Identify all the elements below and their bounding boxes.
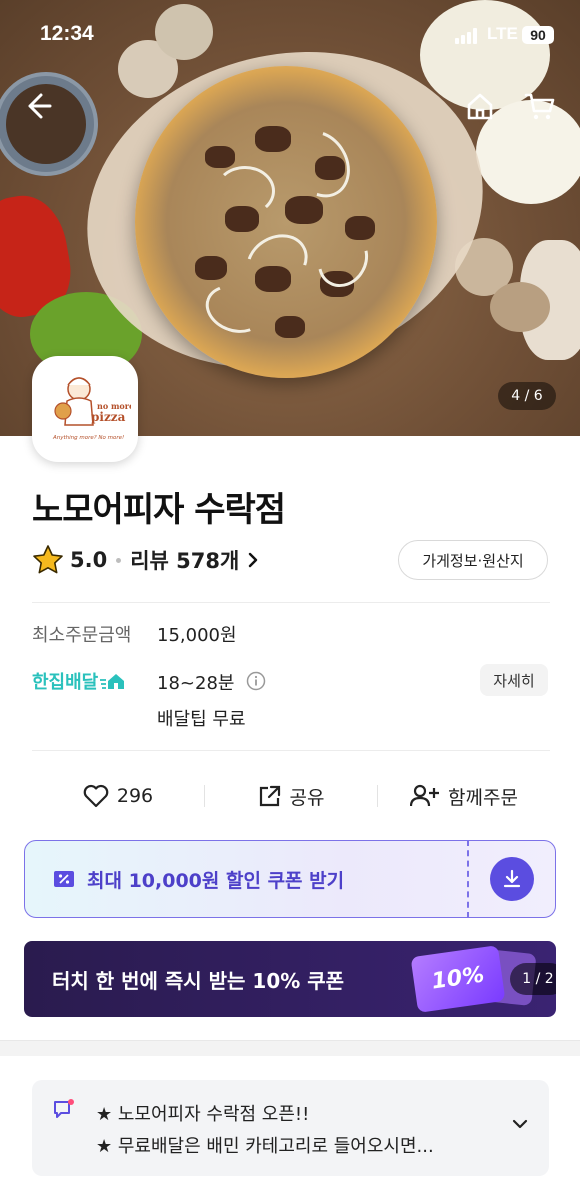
status-time: 12:34	[40, 22, 94, 45]
add-user-icon	[410, 784, 440, 807]
delivery-detail-button[interactable]: 자세히	[480, 664, 548, 696]
review-count-link[interactable]: 리뷰 578개	[130, 545, 239, 575]
arrow-left-icon	[28, 93, 52, 119]
promo-banner[interactable]: 터치 한 번에 즉시 받는 10% 쿠폰 10% 1 / 2	[24, 941, 556, 1017]
divider	[32, 750, 550, 751]
logo-tagline: Anything more? No more!	[52, 435, 124, 441]
home-button[interactable]	[458, 84, 502, 128]
notice-line: ★ 노모어피자 수락점 오픈!!	[96, 1104, 310, 1125]
coupon-ticket-graphic: 10%	[410, 945, 506, 1013]
notice-icon	[54, 1099, 74, 1118]
coupon-icon	[54, 871, 74, 887]
store-name: 노모어피자 수락점	[32, 490, 286, 530]
status-bar: 12:34 LTE 90	[0, 0, 580, 70]
image-counter: 4 / 6	[498, 382, 556, 410]
share-button[interactable]: 공유	[205, 783, 377, 810]
min-order-label: 최소주문금액	[32, 625, 132, 646]
group-order-label: 함께주문	[448, 786, 518, 809]
store-info-button[interactable]: 가게정보·원산지	[398, 540, 548, 580]
section-divider	[0, 1040, 580, 1056]
coupon-download-button[interactable]	[490, 857, 534, 901]
mushroom-decoration	[490, 282, 550, 332]
star-icon	[33, 545, 63, 574]
rating-value: 5.0	[70, 548, 108, 572]
separator-dot	[116, 557, 122, 563]
group-order-button[interactable]: 함께주문	[378, 783, 550, 810]
like-count: 296	[116, 785, 154, 807]
chevron-right-icon	[249, 552, 258, 568]
logo-text: pizza	[91, 410, 126, 424]
network-label: LTE	[487, 24, 518, 43]
battery-icon: 90	[522, 26, 554, 44]
share-label: 공유	[289, 786, 325, 809]
promo-banner-text: 터치 한 번에 즉시 받는 10% 쿠폰	[52, 969, 345, 993]
rating-row[interactable]: 5.0 리뷰 578개	[32, 540, 259, 580]
coupon-label: 최대 10,000원 할인 쿠폰 받기	[87, 869, 345, 892]
delivery-type-badge: 한집배달	[32, 668, 128, 694]
coupon-download-banner[interactable]: 최대 10,000원 할인 쿠폰 받기	[24, 840, 556, 918]
back-button[interactable]	[16, 84, 60, 128]
banner-page-indicator: 1 / 2	[510, 963, 556, 995]
pizza-photo	[135, 66, 437, 378]
cart-icon	[524, 93, 555, 120]
min-order-value: 15,000원	[157, 625, 237, 646]
delivery-tip: 배달팁 무료	[157, 709, 246, 730]
heart-icon	[83, 784, 109, 808]
delivery-house-icon	[100, 674, 125, 689]
divider	[32, 602, 550, 603]
chevron-down-icon[interactable]	[511, 1118, 529, 1130]
download-icon	[503, 869, 521, 888]
like-button[interactable]: 296	[32, 784, 204, 808]
delivery-time: 18~28분	[157, 673, 235, 694]
home-icon	[467, 93, 493, 120]
delivery-type-label: 한집배달	[32, 672, 99, 693]
store-notice[interactable]: ★ 노모어피자 수락점 오픈!! ★ 무료배달은 배민 카테고리로 들어오시면.…	[32, 1080, 549, 1176]
signal-icon	[455, 28, 481, 44]
notice-line: ★ 무료배달은 배민 카테고리로 들어오시면...	[96, 1136, 434, 1157]
share-icon	[259, 785, 280, 807]
store-logo: no more pizza Anything more? No more!	[32, 356, 138, 462]
cart-button[interactable]	[518, 84, 562, 128]
action-bar: 296 공유 함께주문	[32, 772, 550, 820]
info-icon[interactable]	[246, 671, 266, 691]
